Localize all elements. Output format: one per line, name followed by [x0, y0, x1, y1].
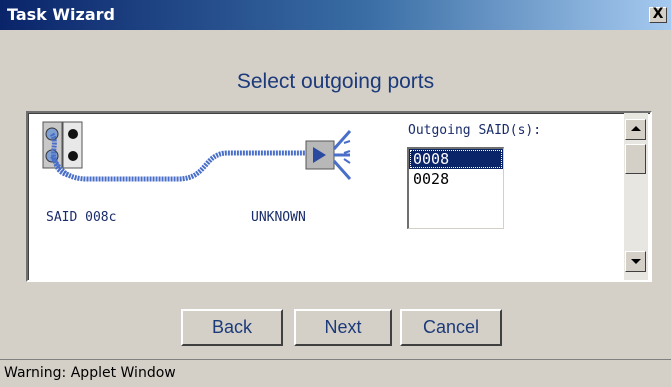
cancel-button[interactable]: Cancel — [400, 309, 502, 346]
outgoing-said-list[interactable]: 0008 0028 — [407, 147, 504, 229]
title-bar: Task Wizard X — [0, 0, 671, 30]
target-device-label: UNKNOWN — [251, 210, 306, 225]
switch-device-icon — [305, 130, 352, 180]
close-icon: X — [652, 6, 664, 22]
window-title: Task Wizard — [7, 5, 115, 24]
said-list-item-0008[interactable]: 0008 — [409, 149, 503, 169]
status-text: Warning: Applet Window — [4, 365, 176, 381]
status-bar: Warning: Applet Window — [0, 359, 671, 387]
back-button[interactable]: Back — [181, 309, 283, 346]
scroll-down-button[interactable] — [625, 251, 646, 272]
source-said-label: SAID 008c — [46, 210, 117, 225]
arrow-down-icon — [631, 259, 641, 264]
outgoing-said-label: Outgoing SAID(s): — [408, 123, 542, 138]
said-list-item-0028[interactable]: 0028 — [409, 169, 503, 189]
scroll-up-button[interactable] — [625, 119, 646, 140]
close-button[interactable]: X — [649, 7, 667, 23]
port-connector-icon — [42, 121, 83, 169]
arrow-up-icon — [631, 126, 641, 131]
scrollbar-thumb[interactable] — [625, 144, 646, 174]
cable-line — [49, 132, 306, 182]
panel-scrollbar[interactable] — [624, 113, 648, 280]
next-button[interactable]: Next — [294, 309, 392, 346]
port-selection-panel: SAID 008c UNKNOWN Outgoing SAID(s): 0008… — [26, 111, 652, 282]
page-heading: Select outgoing ports — [236, 70, 435, 93]
